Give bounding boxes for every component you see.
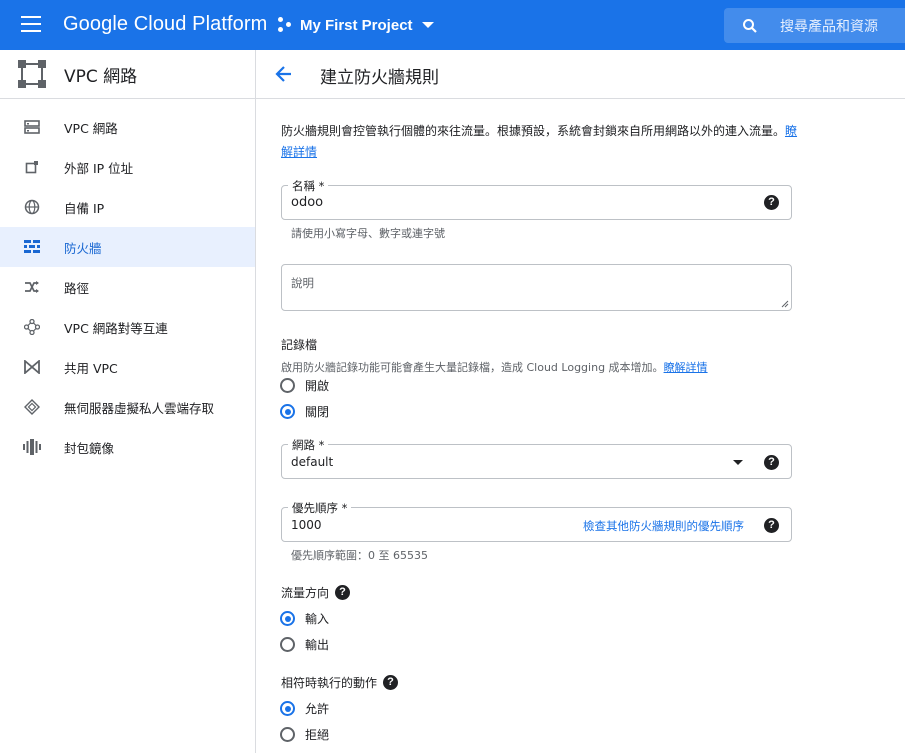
peering-icon [23,318,41,336]
product-title[interactable]: Google Cloud Platform [63,13,267,36]
radio-button[interactable] [280,701,295,716]
name-hint: 請使用小寫字母、數字或連字號 [291,227,445,240]
help-icon[interactable]: ? [383,675,399,690]
sidebar-item-label: 路徑 [64,280,90,296]
sidebar-item-label: 自備 IP [64,200,105,216]
radio-button[interactable] [280,378,295,393]
chevron-down-icon [421,22,434,28]
project-selector-button[interactable]: My First Project [278,12,434,38]
firewall-rule-form: 防火牆規則會控管執行個體的來往流量。根據預設，系統會封鎖來自所用網路以外的連入流… [256,99,905,753]
dropdown-arrow-icon[interactable] [733,460,743,465]
menu-icon[interactable] [21,16,41,32]
back-arrow-icon[interactable] [274,64,294,84]
direction-title-row: 流量方向 ? [281,584,351,601]
sidebar: VPC 網路 VPC 網路 外部 IP 位址 自備 IP 防火牆 路徑 VPC … [0,50,256,753]
action-title: 相符時執行的動作 [281,676,378,690]
sidebar-item-firewall[interactable]: 防火牆 [0,227,255,267]
network-value: default [291,455,334,469]
direction-ingress-radio[interactable]: 輸入 [280,610,329,627]
search-icon [743,18,757,33]
project-icon [278,17,294,33]
sidebar-header: VPC 網路 [0,50,255,99]
sidebar-item-label: VPC 網路 [64,120,118,136]
radio-label: 關閉 [305,405,330,419]
help-icon[interactable]: ? [764,195,779,210]
network-select[interactable]: 網路 * default ? [281,437,792,479]
check-priority-link[interactable]: 檢查其他防火牆規則的優先順序 [583,518,744,534]
network-label: 網路 * [288,437,329,453]
firewall-icon [23,238,41,256]
sidebar-item-external-ip[interactable]: 外部 IP 位址 [0,147,255,187]
priority-hint: 優先順序範圍：0 至 65535 [291,549,428,562]
sidebar-item-routes[interactable]: 路徑 [0,267,255,307]
external-ip-icon [23,158,41,176]
radio-label: 允許 [305,702,330,716]
name-value: odoo [291,195,324,210]
sidebar-item-shared-vpc[interactable]: 共用 VPC [0,347,255,387]
priority-value: 1000 [291,518,322,532]
help-icon[interactable]: ? [764,518,779,533]
sidebar-item-vpc-networks[interactable]: VPC 網路 [0,107,255,147]
vpc-logo-icon [18,60,46,88]
action-title-row: 相符時執行的動作 ? [281,674,399,691]
description-placeholder: 說明 [291,276,314,290]
sidebar-title: VPC 網路 [64,66,138,87]
description-field[interactable]: 說明 [281,264,792,311]
sidebar-nav: VPC 網路 外部 IP 位址 自備 IP 防火牆 路徑 VPC 網路對等互連 … [0,99,255,467]
logs-learn-more-link[interactable]: 瞭解詳情 [664,361,708,374]
shared-vpc-icon [23,358,41,376]
logs-title: 記錄檔 [281,338,318,352]
radio-button[interactable] [280,404,295,419]
page-header: 建立防火牆規則 [256,50,905,99]
priority-field[interactable]: 優先順序 * 1000 檢查其他防火牆規則的優先順序 ? [281,500,792,542]
routes-icon [23,278,41,296]
name-label: 名稱 * [288,178,329,194]
priority-label: 優先順序 * [288,500,352,516]
radio-label: 輸出 [305,638,330,652]
sidebar-item-vpc-peering[interactable]: VPC 網路對等互連 [0,307,255,347]
sidebar-item-label: 無伺服器虛擬私人雲端存取 [64,400,215,416]
logs-desc-text: 啟用防火牆記錄功能可能會產生大量記錄檔，造成 Cloud Logging 成本增… [281,361,664,374]
sidebar-item-label: 封包鏡像 [64,440,115,456]
packet-mirroring-icon [23,438,41,456]
intro-description: 防火牆規則會控管執行個體的來往流量。根據預設，系統會封鎖來自所用網路以外的連入流… [281,124,786,138]
top-bar: Google Cloud Platform My First Project 搜… [0,0,905,50]
direction-egress-radio[interactable]: 輸出 [280,636,329,653]
sidebar-item-label: 防火牆 [64,240,102,256]
help-icon[interactable]: ? [335,585,351,600]
sidebar-item-label: VPC 網路對等互連 [64,320,168,336]
intro-text: 防火牆規則會控管執行個體的來往流量。根據預設，系統會封鎖來自所用網路以外的連入流… [281,121,801,163]
vpc-network-icon [23,118,41,136]
serverless-access-icon [23,398,41,416]
radio-label: 開啟 [305,379,330,393]
radio-button[interactable] [280,611,295,626]
sidebar-item-serverless-vpc-access[interactable]: 無伺服器虛擬私人雲端存取 [0,387,255,427]
sidebar-item-label: 外部 IP 位址 [64,160,134,176]
radio-button[interactable] [280,727,295,742]
logs-description: 啟用防火牆記錄功能可能會產生大量記錄檔，造成 Cloud Logging 成本增… [281,359,708,375]
sidebar-item-label: 共用 VPC [64,360,118,376]
search-input[interactable]: 搜尋產品和資源 [724,8,905,43]
direction-title: 流量方向 [281,586,330,600]
action-deny-radio[interactable]: 拒絕 [280,726,329,743]
page-title: 建立防火牆規則 [320,68,439,88]
logs-off-radio[interactable]: 關閉 [280,403,329,420]
help-icon[interactable]: ? [764,455,779,470]
radio-label: 拒絕 [305,728,330,742]
globe-icon [23,198,41,216]
sidebar-item-packet-mirroring[interactable]: 封包鏡像 [0,427,255,467]
radio-label: 輸入 [305,612,330,626]
sidebar-item-byoip[interactable]: 自備 IP [0,187,255,227]
name-field[interactable]: 名稱 * odoo ? [281,178,792,220]
logs-on-radio[interactable]: 開啟 [280,377,329,394]
search-placeholder: 搜尋產品和資源 [780,18,878,35]
resize-handle-icon[interactable] [781,300,789,308]
action-allow-radio[interactable]: 允許 [280,700,329,717]
radio-button[interactable] [280,637,295,652]
project-name: My First Project [300,16,413,34]
